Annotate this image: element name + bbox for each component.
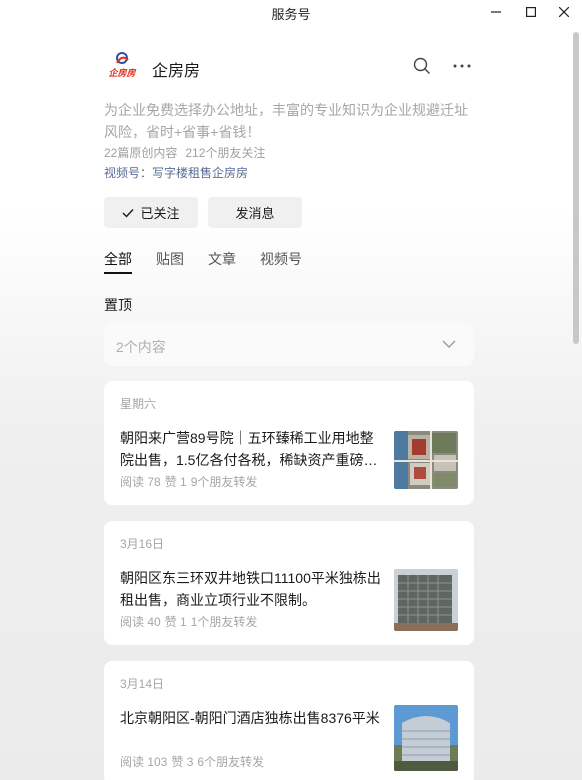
account-stats: 22篇原创内容 212个朋友关注 (104, 144, 265, 161)
article-card[interactable]: 3月14日 北京朝阳区-朝阳门酒店独栋出售8376平米 阅读 103 赞 3 6个朋… (104, 661, 474, 780)
read-count: 阅读 103 (120, 755, 168, 769)
followed-button[interactable]: 已关注 (104, 197, 198, 228)
aerial-photo-thumbnail (394, 431, 458, 489)
close-button[interactable] (552, 2, 576, 22)
send-message-label: 发消息 (235, 206, 275, 221)
maximize-button[interactable] (519, 2, 543, 22)
read-count: 阅读 78 (120, 475, 161, 489)
share-count: 6个朋友转发 (197, 755, 265, 769)
article-card[interactable]: 3月16日 朝阳区东三环双井地铁口11100平米独栋出租出售，商业立项行业不限制… (104, 521, 474, 645)
close-icon (559, 7, 569, 17)
share-count: 1个朋友转发 (190, 615, 258, 629)
search-icon (413, 57, 430, 74)
like-count: 赞 1 (164, 475, 187, 489)
like-count: 赞 1 (164, 615, 187, 629)
title-bar: 服务号 (0, 0, 582, 24)
scrollbar[interactable] (573, 32, 579, 344)
share-count: 9个朋友转发 (190, 475, 258, 489)
chevron-down-icon (442, 340, 456, 348)
article-meta: 阅读 103 赞 3 6个朋友转发 (120, 753, 264, 770)
pinned-count: 2个内容 (116, 339, 166, 355)
article-thumbnail[interactable] (394, 569, 458, 631)
hotel-photo-thumbnail (394, 705, 458, 771)
followed-label: 已关注 (140, 206, 180, 221)
account-header: 企房房 企房房 (104, 50, 474, 84)
check-icon (122, 208, 134, 218)
followers-count[interactable]: 212个朋友关注 (185, 146, 265, 160)
tab-all[interactable]: 全部 (104, 249, 132, 269)
tab-posts[interactable]: 贴图 (156, 249, 184, 269)
logo-icon: 企房房 (106, 52, 138, 79)
article-card[interactable]: 星期六 朝阳来广营89号院｜五环臻稀工业用地整院出售，1.5亿各付各税，稀缺资产… (104, 381, 474, 505)
article-date: 3月14日 (120, 677, 165, 691)
like-count: 赞 3 (171, 755, 194, 769)
original-count: 22篇原创内容 (104, 146, 178, 160)
active-tab-indicator (104, 272, 132, 274)
building-photo-thumbnail (394, 569, 458, 631)
tab-channels[interactable]: 视频号 (260, 249, 302, 269)
article-date: 星期六 (120, 397, 157, 411)
article-title[interactable]: 朝阳来广营89号院｜五环臻稀工业用地整院出售，1.5亿各付各税，稀缺资产重磅出击 (120, 427, 382, 471)
video-account-link[interactable]: 视频号：写字楼租售企房房 (104, 164, 248, 181)
svg-text:企房房: 企房房 (108, 68, 136, 79)
minimize-icon (491, 11, 501, 13)
article-date: 3月16日 (120, 537, 165, 551)
article-title[interactable]: 朝阳区东三环双井地铁口11100平米独栋出租出售，商业立项行业不限制。 (120, 567, 382, 611)
tab-articles[interactable]: 文章 (208, 249, 236, 269)
send-message-button[interactable]: 发消息 (208, 197, 302, 228)
pinned-collapse[interactable]: 2个内容 (104, 323, 474, 366)
account-logo[interactable]: 企房房 (104, 50, 140, 80)
maximize-icon (526, 7, 536, 17)
account-name: 企房房 (152, 63, 201, 80)
article-thumbnail[interactable] (394, 705, 458, 771)
pinned-heading: 置顶 (104, 297, 132, 313)
read-count: 阅读 40 (120, 615, 161, 629)
account-description: 为企业免费选择办公地址，丰富的专业知识为企业规避迁址风险，省时+省事+省钱！ (104, 102, 468, 140)
article-meta: 阅读 78 赞 1 9个朋友转发 (120, 473, 257, 490)
minimize-button[interactable] (484, 2, 508, 22)
article-title[interactable]: 北京朝阳区-朝阳门酒店独栋出售8376平米 (120, 707, 382, 729)
article-meta: 阅读 40 赞 1 1个朋友转发 (120, 613, 257, 630)
more-button[interactable] (451, 55, 473, 77)
article-thumbnail[interactable] (394, 431, 458, 489)
search-button[interactable] (411, 55, 433, 77)
more-icon (453, 64, 471, 68)
